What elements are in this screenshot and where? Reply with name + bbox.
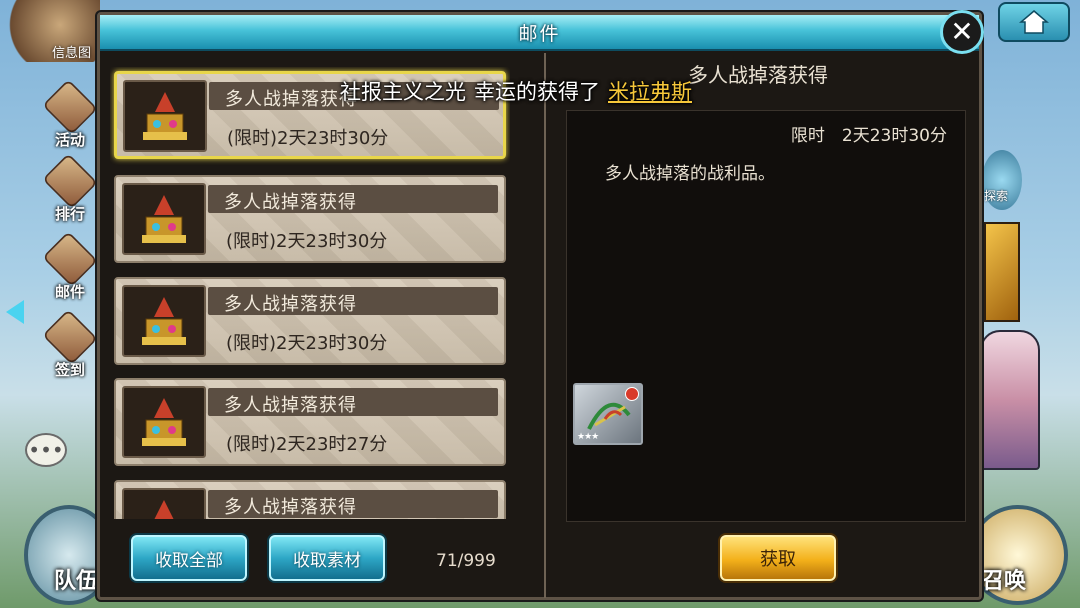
- mail-title-bar: 多人战掉落获得: [208, 185, 498, 213]
- mail-expire: (限时)2天23时27分: [226, 434, 388, 455]
- explore-label: 探索: [984, 189, 1009, 203]
- team-label: 队伍: [54, 569, 99, 594]
- mail-title-bar: 多人战掉落获得: [208, 490, 498, 518]
- character-portrait: [980, 330, 1040, 470]
- detail-title: 多人战掉落获得: [688, 63, 828, 87]
- panel-divider: [544, 53, 546, 598]
- mail-expire: (限时)2天23时30分: [226, 333, 388, 354]
- mail-title-bar: 多人战掉落获得: [208, 287, 498, 315]
- event-banner[interactable]: [984, 222, 1020, 322]
- broadcast-item-link[interactable]: 米拉弗斯: [608, 76, 692, 106]
- mail-expire: (限时)2天23时30分: [226, 231, 388, 252]
- home-icon: [1019, 10, 1049, 34]
- mail-title-bar: 多人战掉落获得: [208, 388, 498, 416]
- mail-list-item[interactable]: 多人战掉落获得 (限时)2天23时30分: [114, 277, 506, 365]
- dialog-header: 邮件: [100, 15, 979, 51]
- claim-button[interactable]: 获取: [720, 535, 836, 581]
- mail-button[interactable]: 邮件: [38, 231, 102, 302]
- broadcast-ticker: 社报主义之光 幸运的获得了 米拉弗斯: [340, 74, 692, 108]
- mail-expire: (限时)2天23时30分: [227, 128, 389, 149]
- broadcast-player: 社报主义之光: [340, 80, 466, 104]
- treasure-chest-icon: [122, 386, 206, 458]
- treasure-chest-icon: [123, 80, 207, 152]
- mail-list-item[interactable]: 多人战掉落获得 (限时)2天23时30分: [114, 175, 506, 263]
- mail-list-item[interactable]: 多人战掉落获得 (限时)2天23时27分: [114, 378, 506, 466]
- claim-all-button[interactable]: 收取全部: [131, 535, 247, 581]
- home-button[interactable]: [998, 2, 1070, 42]
- mail-list[interactable]: 多人战掉落获得 (限时)2天23时30分 多人战掉落获得 (限时)2天23时30…: [110, 67, 510, 519]
- checkin-button[interactable]: 签到: [38, 309, 102, 380]
- info-graph-button[interactable]: 信息图: [0, 0, 100, 62]
- chat-icon[interactable]: •••: [25, 433, 67, 467]
- detail-panel: 限时 2天23时30分 多人战掉落的战利品。 ★★★: [566, 110, 966, 522]
- claim-materials-button[interactable]: 收取素材: [269, 535, 385, 581]
- mail-title: 多人战掉落获得: [225, 89, 358, 110]
- calendar-icon: [42, 309, 98, 365]
- dialog-title: 邮件: [518, 22, 561, 45]
- mail-label: 邮件: [54, 283, 85, 301]
- reward-item-slot[interactable]: ★★★: [573, 383, 643, 445]
- ranking-label: 排行: [54, 205, 85, 223]
- event-icon: [42, 79, 98, 135]
- detail-expire: 限时 2天23时30分: [790, 126, 947, 146]
- mail-title: 多人战掉落获得: [224, 395, 357, 416]
- treasure-chest-icon: [122, 488, 206, 519]
- mail-title: 多人战掉落获得: [224, 497, 357, 518]
- detail-description: 多人战掉落的战利品。: [605, 164, 775, 184]
- checkin-label: 签到: [54, 361, 85, 379]
- treasure-chest-icon: [122, 285, 206, 357]
- event-label: 活动: [54, 131, 85, 149]
- ranking-icon: [42, 153, 98, 209]
- broadcast-text: 幸运的获得了: [474, 80, 600, 104]
- mail-title: 多人战掉落获得: [224, 192, 357, 213]
- element-badge-icon: [625, 387, 639, 401]
- rarity-stars: ★★★: [577, 432, 599, 442]
- summon-button[interactable]: 召唤: [968, 505, 1068, 605]
- mail-list-item[interactable]: 多人战掉落获得: [114, 480, 506, 519]
- mail-count: 71/999: [436, 551, 496, 571]
- mail-icon: [42, 231, 98, 287]
- info-graph-label: 信息图: [52, 46, 92, 61]
- mail-title: 多人战掉落获得: [224, 294, 357, 315]
- left-arrow-icon[interactable]: [6, 300, 24, 324]
- treasure-chest-icon: [122, 183, 206, 255]
- summon-label: 召唤: [982, 569, 1027, 594]
- ranking-button[interactable]: 排行: [38, 153, 102, 224]
- event-button[interactable]: 活动: [38, 79, 102, 150]
- explore-button[interactable]: 探索: [982, 150, 1022, 210]
- close-button[interactable]: ✕: [940, 10, 984, 54]
